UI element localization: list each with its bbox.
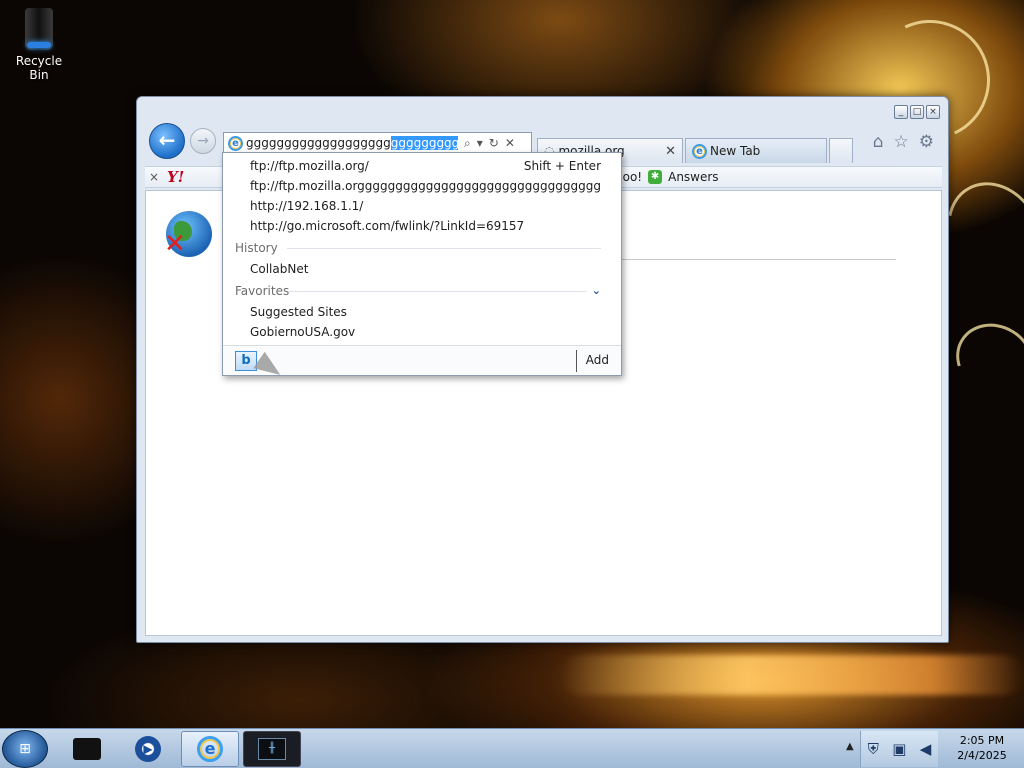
forward-button[interactable]: → (190, 128, 216, 154)
favorite-item[interactable]: GobiernoUSA.gov (250, 323, 601, 341)
history-item[interactable]: CollabNet (250, 260, 601, 278)
recycle-bin-desktop-icon[interactable]: Recycle Bin (6, 8, 72, 82)
start-button[interactable]: ⊞ (2, 730, 48, 768)
system-tray: ⛨ ▣ ◀ (860, 731, 938, 767)
home-icon[interactable]: ⌂ (873, 132, 884, 152)
history-label: History (235, 241, 278, 255)
arrow-right-icon: → (197, 133, 209, 149)
tab-new-tab[interactable]: e New Tab (685, 138, 827, 163)
clock[interactable]: 2:05 PM 2/4/2025 (940, 733, 1024, 763)
suggestion-url[interactable]: http://go.microsoft.com/fwlink/?LinkId=6… (250, 217, 601, 235)
window-controls: _ □ × (894, 105, 940, 119)
divider (622, 259, 896, 260)
ie-icon: e (197, 736, 223, 762)
chevron-down-icon[interactable]: ⌄ (592, 283, 601, 299)
favorite-item-text: Suggested Sites (250, 305, 347, 319)
star-icon[interactable]: ☆ (894, 132, 909, 152)
search-icon[interactable]: ⌕ (464, 136, 471, 151)
favorite-item[interactable]: Suggested Sites (250, 303, 601, 321)
arrow-left-icon: ← (158, 128, 176, 152)
shortcut-hint: Shift + Enter (523, 159, 601, 173)
error-x-icon: ✕ (164, 229, 186, 259)
explorer-icon (73, 738, 101, 760)
taskbar-item-media-player[interactable]: ▶ (119, 731, 177, 767)
favorite-item-text: GobiernoUSA.gov (250, 325, 356, 339)
search-provider-bar: b Add (223, 345, 621, 384)
close-button[interactable]: × (926, 105, 940, 119)
refresh-icon[interactable]: ↻ (489, 136, 499, 151)
taskbar-item-explorer[interactable] (58, 731, 116, 767)
media-player-icon: ▶ (135, 736, 161, 762)
answers-icon: ✱ (648, 170, 663, 184)
suggestion-url-text: http://go.microsoft.com/fwlink/?LinkId=6… (250, 219, 525, 233)
windows-logo-icon: ⊞ (19, 741, 31, 757)
stop-icon[interactable]: ✕ (505, 136, 515, 151)
wallpaper-swirl (942, 309, 1024, 411)
suggestion-url-text: http://192.168.1.1/ (250, 199, 364, 213)
divider (576, 350, 577, 372)
close-tab-icon[interactable]: ✕ (665, 144, 676, 159)
favorites-link-answers[interactable]: Answers (668, 170, 718, 184)
minimize-button[interactable]: _ (894, 105, 908, 119)
suggestion-url-text: ftp://ftp.mozilla.orgggggggggggggggggggg… (250, 179, 601, 193)
favorites-label: Favorites (235, 284, 290, 298)
ie-icon: e (692, 143, 707, 159)
recycle-bin-label: Recycle Bin (15, 54, 63, 82)
taskbar-item-internet-explorer[interactable]: e (181, 731, 239, 767)
wallpaper-streak (560, 655, 1024, 695)
gear-icon[interactable]: ⚙ (919, 132, 934, 152)
suggestion-url-text: ftp://ftp.mozilla.org/ (250, 159, 369, 173)
section-divider (289, 291, 587, 292)
volume-icon[interactable]: ◀ (920, 740, 932, 758)
taskbar-item-monitor[interactable]: ╫ (243, 731, 301, 767)
restore-button[interactable]: □ (910, 105, 924, 119)
show-hidden-icons[interactable]: ▲ (846, 741, 854, 752)
add-search-provider-button[interactable]: Add (586, 353, 609, 367)
command-icons: ⌂ ☆ ⚙ (873, 132, 934, 152)
section-divider (287, 248, 601, 249)
history-item-text: CollabNet (250, 262, 309, 276)
address-text-before: ggggggggggggggggggg (246, 136, 391, 150)
recycle-bin-icon (25, 8, 53, 50)
address-bar[interactable]: e ggggggggggggggggggggggggggggggg/ ⌕ ▾ ↻… (223, 132, 532, 154)
shield-icon[interactable]: ⛨ (868, 740, 879, 758)
suggestion-url[interactable]: http://192.168.1.1/ (250, 197, 601, 215)
monitor-icon: ╫ (258, 738, 286, 760)
network-icon[interactable]: ▣ (892, 740, 906, 758)
chevron-down-icon[interactable]: ▾ (477, 136, 483, 151)
favorites-section-header: Favorites ⌄ (235, 283, 601, 299)
address-input[interactable]: ggggggggggggggggggggggggggggggg/ (246, 136, 458, 150)
address-tools: ⌕ ▾ ↻ ✕ (464, 136, 515, 151)
close-toolbar-icon[interactable]: × (145, 170, 163, 184)
tab-label: New Tab (710, 144, 761, 158)
ie-icon: e (228, 135, 243, 151)
suggestion-url[interactable]: ftp://ftp.mozilla.org/ Shift + Enter (250, 157, 601, 175)
suggestion-url[interactable]: ftp://ftp.mozilla.orgggggggggggggggggggg… (250, 177, 601, 195)
taskbar: ⊞ ▶ e ╫ ▲ ⛨ ▣ ◀ 2:05 PM 2/4/2025 (0, 728, 1024, 768)
address-suggestions-dropdown: ftp://ftp.mozilla.org/ Shift + Enter ftp… (222, 152, 622, 384)
new-tab-button[interactable] (829, 138, 853, 163)
clock-date: 2/4/2025 (957, 749, 1007, 762)
history-section-header: History (235, 240, 601, 256)
favorites-links: hoo! ✱ Answers (615, 170, 719, 184)
back-button[interactable]: ← (149, 123, 185, 159)
address-selected-text: gggggggggggg (390, 136, 458, 150)
yahoo-logo[interactable]: Y! (167, 168, 184, 186)
clock-time: 2:05 PM (959, 734, 1005, 747)
